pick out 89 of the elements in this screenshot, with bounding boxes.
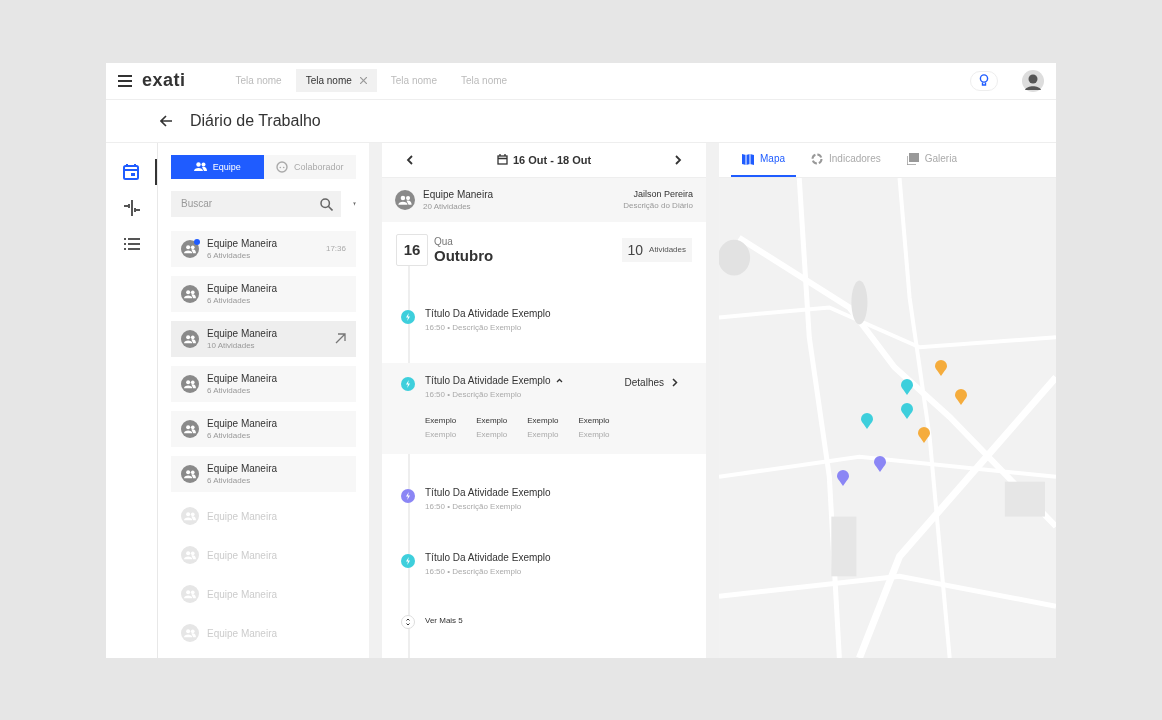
activity-row[interactable]: Título Da Atividade Exemplo 16:50 • Descrição Exemplo (382, 476, 706, 542)
activity-meta: 16:50 • Descrição Exemplo (425, 501, 523, 511)
activity-count: 6 Atividades (207, 295, 252, 305)
field-value: Exemplo (476, 429, 508, 439)
month: Outubro (434, 246, 494, 264)
activity-count: 6 Atividades (207, 475, 252, 485)
weekday: Qua (434, 235, 454, 247)
map-pin[interactable] (836, 470, 849, 487)
team-avatar-icon (395, 189, 415, 210)
ring-icon (811, 152, 823, 165)
team-avatar-icon (181, 329, 199, 348)
field-value: Exemplo (527, 429, 559, 439)
activity-count: 6 Atividades (207, 250, 252, 260)
day-number: 16 (396, 233, 428, 266)
search-field[interactable]: Buscar (171, 190, 341, 217)
team-avatar-icon (181, 239, 199, 258)
activity-meta: 16:50 • Descrição Exemplo (425, 389, 523, 399)
total-number: 10 (627, 241, 644, 258)
map-pin[interactable] (874, 455, 886, 472)
team-avatar-icon (181, 585, 199, 603)
team-avatar-icon (181, 546, 199, 564)
team-avatar-icon (181, 284, 199, 303)
avatar[interactable] (1022, 69, 1044, 92)
chevron-up-icon[interactable] (555, 377, 563, 383)
expand-icon[interactable] (401, 614, 415, 629)
map-panel-tab[interactable]: Mapa (731, 142, 796, 177)
team-list-item[interactable]: Equipe Maneira 10 Atividades (171, 320, 356, 357)
activity-title: Título Da Atividade Exemplo (425, 307, 551, 319)
team-avatar-icon (181, 419, 199, 438)
activity-row[interactable]: Título Da Atividade Exemplo 16:50 • Descrição Exemplo (382, 541, 706, 607)
page-title: Diário de Trabalho (190, 111, 321, 130)
activity-title: Título Da Atividade Exemplo (425, 374, 551, 386)
team-avatar-icon (181, 624, 199, 642)
chevron-right-icon (672, 377, 678, 387)
arrow-up-right-icon[interactable] (335, 333, 346, 344)
calendar-icon (496, 154, 508, 165)
item-time: 17:36 (325, 244, 346, 253)
activity-row[interactable]: Título Da Atividade Exemplo 16:50 • Descrição Exemplo Detalhes Exemplo Exemplo Exemplo Exemplo Exemplo Exemplo Exemplo Exemplo (382, 362, 706, 454)
previous-icon[interactable] (406, 154, 413, 165)
team-list-item[interactable]: Equipe Maneira 6 Atividades (171, 275, 356, 312)
team-list-item[interactable]: Equipe Maneira 6 Atividades (171, 455, 356, 492)
screen-tab[interactable]: Tela nome (295, 69, 377, 92)
activity-meta: 16:50 • Descrição Exemplo (425, 322, 523, 332)
team-avatar-icon (181, 464, 199, 483)
person-name: Jailson Pereira (633, 189, 693, 199)
field-label: Exemplo (476, 415, 508, 425)
activity-meta: 16:50 • Descrição Exemplo (425, 566, 523, 576)
team-name: Equipe Maneira (207, 372, 279, 384)
next-icon[interactable] (675, 154, 682, 165)
activity-title: Título Da Atividade Exemplo (425, 486, 551, 498)
team-name: Equipe Maneira (207, 417, 279, 429)
team-list-item[interactable]: Equipe Maneira 6 Atividades (171, 365, 356, 402)
team-list-item[interactable]: Equipe Maneira 6 Atividades 17:36 (171, 230, 356, 267)
activity-title: Título Da Atividade Exemplo (425, 551, 551, 563)
team-name: Equipe Maneira (423, 188, 495, 200)
activity-count: 10 Atividades (207, 340, 256, 350)
activity-row[interactable]: Título Da Atividade Exemplo 16:50 • Descrição Exemplo (382, 297, 706, 363)
logo: exati (142, 70, 186, 91)
activity-count: 6 Atividades (207, 385, 252, 395)
close-icon[interactable] (359, 77, 367, 84)
diary-description: Descrição do Diário (623, 201, 693, 210)
back-arrow-icon[interactable] (160, 114, 172, 127)
activity-count: 6 Atividades (207, 430, 252, 440)
see-more-link[interactable]: Ver Mais 5 (425, 616, 463, 625)
team-name: Equipe Maneira (207, 237, 279, 249)
team-name: Equipe Maneira (207, 282, 279, 294)
field-value: Exemplo (425, 429, 457, 439)
team-list-item[interactable]: Equipe Maneira 6 Atividades (171, 410, 356, 447)
activity-count: 20 Atividades (423, 201, 472, 211)
lightbulb-button[interactable] (970, 70, 998, 91)
details-link[interactable]: Detalhes (624, 374, 692, 388)
search-icon[interactable] (320, 197, 333, 211)
team-name: Equipe Maneira (207, 462, 279, 474)
field-value: Exemplo (578, 429, 610, 439)
field-label: Exemplo (527, 415, 559, 425)
people-icon (193, 162, 207, 171)
lightbulb-icon (979, 74, 989, 87)
field-label: Exemplo (425, 415, 457, 425)
menu-icon[interactable] (118, 74, 132, 87)
team-name: Equipe Maneira (207, 327, 279, 339)
total-label: Atividades (649, 245, 686, 254)
gallery-icon (906, 152, 919, 165)
toggle-tab[interactable]: Equipe (171, 154, 264, 179)
team-avatar-icon (181, 507, 199, 525)
face-icon (276, 160, 288, 173)
date-range: 16 Out - 18 Out (512, 153, 592, 166)
field-label: Exemplo (578, 415, 610, 425)
team-avatar-icon (181, 374, 199, 393)
map-icon (742, 152, 754, 165)
